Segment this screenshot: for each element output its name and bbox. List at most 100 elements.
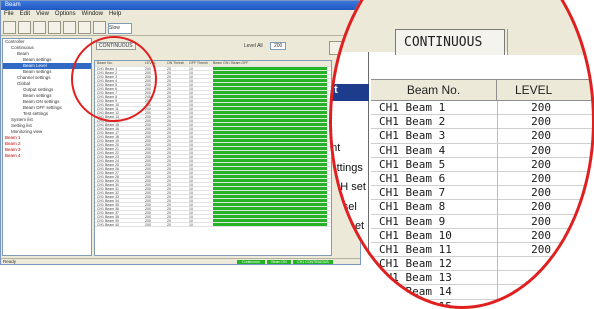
level-cell[interactable]: 200 xyxy=(145,223,167,227)
table-row[interactable]: CH1 Beam 3 200 xyxy=(371,129,594,144)
level-cell[interactable]: 200 xyxy=(145,171,167,175)
mag-tree-item[interactable]: ist xyxy=(329,83,369,101)
menu-item-options[interactable]: Options xyxy=(55,11,76,17)
mag-tree-item[interactable]: ent xyxy=(329,142,369,159)
level-cell[interactable] xyxy=(497,285,553,300)
level-cell[interactable]: 200 xyxy=(145,211,167,215)
mag-tree-item[interactable]: iqu sel xyxy=(329,201,369,218)
level-cell[interactable]: 200 xyxy=(145,151,167,155)
level-cell[interactable]: 200 xyxy=(145,155,167,159)
tab-next-zoomed[interactable] xyxy=(507,29,594,55)
table-row[interactable]: CH1 Beam 9 200 xyxy=(371,214,594,229)
level-cell[interactable] xyxy=(497,271,553,286)
level-cell[interactable]: 200 xyxy=(145,191,167,195)
column-header[interactable]: Beam ON / Beam OFF xyxy=(211,61,329,66)
on-thresh-cell[interactable]: 20 xyxy=(167,159,189,163)
level-cell[interactable]: 200 xyxy=(497,129,553,144)
mag-tree-item[interactable]: CFF set xyxy=(329,220,369,237)
level-cell[interactable]: 200 xyxy=(145,175,167,179)
on-thresh-cell[interactable]: 20 xyxy=(167,67,189,71)
off-thresh-cell[interactable]: 10 xyxy=(189,155,211,159)
column-header[interactable]: OFF Thresh xyxy=(189,61,211,66)
off-thresh-cell[interactable]: 10 xyxy=(189,151,211,155)
on-thresh-cell[interactable]: 20 xyxy=(167,75,189,79)
on-thresh-cell[interactable]: 20 xyxy=(167,195,189,199)
speed-select[interactable]: Slow xyxy=(108,23,132,34)
table-row[interactable]: CH1 Beam 14 xyxy=(371,285,594,300)
on-thresh-cell[interactable]: 20 xyxy=(167,167,189,171)
level-cell[interactable]: 200 xyxy=(145,207,167,211)
level-cell[interactable]: 200 xyxy=(145,167,167,171)
on-thresh-cell[interactable]: 20 xyxy=(167,131,189,135)
menu-item-edit[interactable]: Edit xyxy=(20,11,30,17)
level-cell[interactable]: 200 xyxy=(497,242,553,257)
on-thresh-cell[interactable]: 20 xyxy=(167,139,189,143)
level-cell[interactable]: 200 xyxy=(145,187,167,191)
on-thresh-cell[interactable]: 20 xyxy=(167,211,189,215)
off-thresh-cell[interactable]: 10 xyxy=(189,183,211,187)
level-cell[interactable]: 200 xyxy=(145,143,167,147)
off-thresh-cell[interactable]: 10 xyxy=(189,127,211,131)
off-thresh-cell[interactable]: 10 xyxy=(189,99,211,103)
on-thresh-cell[interactable]: 20 xyxy=(167,179,189,183)
level-cell[interactable]: 200 xyxy=(145,203,167,207)
table-row[interactable]: CH1 Beam 40 200 20 10 xyxy=(95,223,331,227)
table-row[interactable]: CH1 Beam 15 xyxy=(371,299,594,309)
on-thresh-cell[interactable]: 20 xyxy=(167,171,189,175)
off-thresh-cell[interactable]: 10 xyxy=(189,131,211,135)
table-row[interactable]: CH1 Beam 1 200 xyxy=(371,101,594,116)
off-thresh-cell[interactable]: 10 xyxy=(189,223,211,227)
off-thresh-cell[interactable]: 10 xyxy=(189,123,211,127)
off-thresh-cell[interactable]: 10 xyxy=(189,91,211,95)
on-thresh-cell[interactable]: 20 xyxy=(167,103,189,107)
table-row[interactable]: CH1 Beam 10 200 xyxy=(371,228,594,243)
level-cell[interactable]: 200 xyxy=(497,214,553,229)
off-thresh-cell[interactable]: 10 xyxy=(189,83,211,87)
level-cell[interactable]: 200 xyxy=(145,131,167,135)
on-thresh-cell[interactable]: 20 xyxy=(167,99,189,103)
on-thresh-cell[interactable]: 20 xyxy=(167,199,189,203)
header-level[interactable]: LEVEL xyxy=(497,80,594,101)
off-thresh-cell[interactable]: 10 xyxy=(189,163,211,167)
off-thresh-cell[interactable]: 10 xyxy=(189,171,211,175)
level-cell[interactable]: 200 xyxy=(497,186,553,201)
off-thresh-cell[interactable]: 10 xyxy=(189,179,211,183)
off-thresh-cell[interactable]: 10 xyxy=(189,67,211,71)
off-thresh-cell[interactable]: 10 xyxy=(189,71,211,75)
on-thresh-cell[interactable]: 20 xyxy=(167,155,189,159)
tree-item[interactable]: Beam 4 xyxy=(3,153,91,159)
level-cell[interactable]: 200 xyxy=(145,115,167,119)
mag-tree-item[interactable] xyxy=(329,123,369,140)
off-thresh-cell[interactable]: 10 xyxy=(189,203,211,207)
on-thresh-cell[interactable]: 20 xyxy=(167,87,189,91)
off-thresh-cell[interactable]: 10 xyxy=(189,219,211,223)
on-thresh-cell[interactable]: 20 xyxy=(167,79,189,83)
off-thresh-cell[interactable]: 10 xyxy=(189,107,211,111)
on-thresh-cell[interactable]: 20 xyxy=(167,135,189,139)
on-thresh-cell[interactable]: 20 xyxy=(167,219,189,223)
level-cell[interactable]: 200 xyxy=(145,159,167,163)
off-thresh-cell[interactable]: 10 xyxy=(189,187,211,191)
table-row[interactable]: CH1 Beam 2 200 xyxy=(371,115,594,130)
off-thresh-cell[interactable]: 10 xyxy=(189,175,211,179)
level-cell[interactable] xyxy=(497,257,553,272)
header-beam-no[interactable]: Beam No. xyxy=(371,80,497,101)
on-thresh-cell[interactable]: 20 xyxy=(167,119,189,123)
tab-continuous-zoomed[interactable]: CONTINUOUS xyxy=(395,29,505,55)
level-cell[interactable]: 200 xyxy=(145,179,167,183)
off-thresh-cell[interactable]: 10 xyxy=(189,111,211,115)
on-thresh-cell[interactable]: 20 xyxy=(167,191,189,195)
on-thresh-cell[interactable]: 20 xyxy=(167,147,189,151)
level-cell[interactable]: 200 xyxy=(145,123,167,127)
on-thresh-cell[interactable]: 20 xyxy=(167,95,189,99)
off-thresh-cell[interactable]: 10 xyxy=(189,79,211,83)
menu-item-view[interactable]: View xyxy=(36,11,49,17)
level-cell[interactable]: 200 xyxy=(145,195,167,199)
on-thresh-cell[interactable]: 20 xyxy=(167,111,189,115)
off-thresh-cell[interactable]: 10 xyxy=(189,135,211,139)
off-thresh-cell[interactable]: 10 xyxy=(189,167,211,171)
level-cell[interactable]: 200 xyxy=(145,215,167,219)
off-thresh-cell[interactable]: 10 xyxy=(189,195,211,199)
level-cell[interactable]: 200 xyxy=(497,157,553,172)
mag-tree-item[interactable]: VCH set xyxy=(329,181,369,198)
